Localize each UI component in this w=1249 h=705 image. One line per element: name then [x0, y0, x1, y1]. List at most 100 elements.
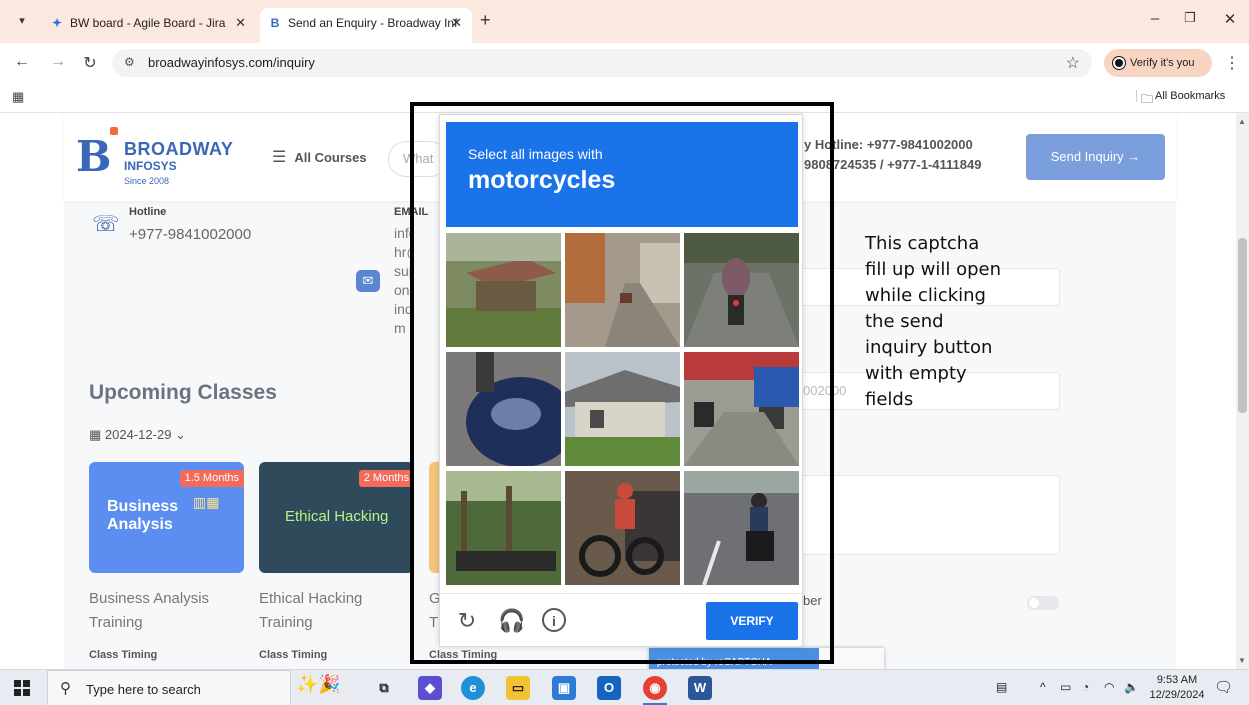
minimize-icon[interactable]: –	[1145, 10, 1165, 27]
course-name-line: Business Analysis	[89, 590, 210, 607]
hotline-number[interactable]: +977-9841002000	[129, 226, 251, 243]
hotline-label: Hotline	[129, 206, 167, 218]
tile-image-trees	[446, 471, 561, 585]
apps-grid-icon[interactable]: ▦	[12, 89, 24, 105]
omnibox[interactable]: ⚙ broadwayinfosys.com/inquiry ☆	[112, 49, 1092, 77]
mail-icon: ✉	[356, 270, 380, 292]
new-tab-icon[interactable]: +	[480, 10, 491, 31]
scroll-down-icon[interactable]: ▼	[1238, 656, 1246, 665]
word-icon[interactable]: W	[688, 676, 712, 700]
verify-chip[interactable]: Verify it's you	[1104, 49, 1212, 77]
reload-icon[interactable]: ↻	[80, 53, 100, 73]
course-card-ethical-hacking[interactable]: 2 Months Ethical Hacking	[259, 462, 414, 573]
tab-send-enquiry[interactable]: B Send an Enquiry - Broadway Inf ✕	[260, 8, 472, 43]
info-icon[interactable]: i	[542, 608, 566, 632]
profile-icon	[1113, 57, 1125, 69]
search-icon: ⚲	[60, 680, 71, 697]
outlook-icon[interactable]: O	[597, 676, 621, 700]
taskbar-search-input[interactable]: ⚲ Type here to search	[47, 670, 291, 705]
network-icon[interactable]: ◔	[1082, 680, 1089, 694]
date-value: 2024-12-29	[104, 427, 172, 442]
edge-icon[interactable]: e	[461, 676, 485, 700]
tile-image-hut	[446, 233, 561, 347]
site-info-icon[interactable]: ⚙	[124, 55, 135, 69]
annotation-note: This captcha fill up will open while cli…	[865, 233, 1001, 410]
close-icon[interactable]: ✕	[451, 8, 462, 38]
captcha-tile[interactable]	[565, 471, 680, 585]
captcha-grid	[446, 233, 799, 587]
tile-image-market	[684, 352, 799, 466]
system-clock[interactable]: 9:53 AM 12/29/2024	[1146, 673, 1208, 703]
captcha-tile[interactable]	[446, 233, 561, 347]
folder-icon: 🗀	[1141, 92, 1154, 106]
file-explorer-icon[interactable]: ▭	[506, 676, 530, 700]
more-menu-icon[interactable]: ⋮	[1224, 53, 1240, 73]
phone-icon: ☏	[92, 211, 120, 236]
chevron-down-icon: ⌄	[175, 427, 186, 442]
tile-image-street	[565, 233, 680, 347]
tab-jira[interactable]: ✦ BW board - Agile Board - Jira ✕	[42, 8, 256, 43]
toggle-switch[interactable]	[1027, 596, 1059, 610]
broadway-logo-icon[interactable]: B	[76, 135, 116, 179]
window-close-icon[interactable]: ✕	[1220, 10, 1240, 28]
tile-image-scooter-road	[684, 471, 799, 585]
tile-image-motorcycle-closeup	[446, 352, 561, 466]
captcha-tile[interactable]	[684, 471, 799, 585]
captcha-challenge: Select all images with motorcycles ↻ 🎧 i…	[439, 114, 804, 647]
notification-icon[interactable]: 🗨	[1214, 678, 1233, 696]
all-bookmarks-button[interactable]: 🗀 All Bookmarks	[1136, 90, 1225, 106]
broadway-favicon-icon: B	[270, 16, 280, 30]
duration-badge: 2 Months	[358, 470, 414, 487]
windows-start-icon[interactable]	[14, 680, 30, 696]
course-name[interactable]: Business Analysis Training	[89, 587, 209, 635]
battery-icon[interactable]: ▭	[1060, 680, 1071, 694]
forward-icon[interactable]: →	[48, 53, 68, 71]
date-filter[interactable]: ▦ 2024-12-29 ⌄	[89, 427, 186, 443]
card-title: Business Analysis	[107, 498, 179, 533]
verify-button[interactable]: VERIFY	[706, 602, 798, 640]
task-view-icon[interactable]: ⧉	[372, 676, 396, 700]
all-courses-menu[interactable]: ☰ All Courses	[272, 147, 367, 167]
news-widget-icon[interactable]: ✨🎉	[296, 674, 356, 702]
tile-image-rider-back	[684, 233, 799, 347]
captcha-tile[interactable]	[684, 352, 799, 466]
captcha-tile[interactable]	[446, 352, 561, 466]
reload-challenge-icon[interactable]: ↻	[454, 608, 480, 634]
keyboard-icon[interactable]: ▤	[996, 680, 1007, 694]
restore-icon[interactable]: ❐	[1180, 10, 1200, 26]
course-card-business-analysis[interactable]: 1.5 Months Business Analysis ▥▦	[89, 462, 244, 573]
course-name[interactable]: Ethical Hacking Training	[259, 587, 362, 635]
copilot-icon[interactable]: ◆	[418, 676, 442, 700]
volume-icon[interactable]: 🔈	[1124, 680, 1139, 694]
jira-icon: ✦	[51, 16, 63, 30]
address-bar-row: ← → ↻ ⚙ broadwayinfosys.com/inquiry ☆ Ve…	[0, 43, 1249, 83]
wifi-icon[interactable]: ◠	[1104, 680, 1114, 694]
scroll-thumb[interactable]	[1238, 238, 1247, 413]
scroll-up-icon[interactable]: ▲	[1238, 117, 1246, 126]
captcha-target: motorcycles	[468, 166, 616, 194]
message-textarea[interactable]	[800, 475, 1060, 555]
chrome-icon[interactable]: ◉	[643, 676, 667, 700]
send-inquiry-button[interactable]: Send Inquiry →	[1026, 134, 1165, 180]
back-icon[interactable]: ←	[12, 53, 32, 71]
close-icon[interactable]: ✕	[235, 8, 246, 38]
tray-overflow-icon[interactable]: ^	[1040, 680, 1046, 694]
url-text[interactable]: broadwayinfosys.com/inquiry	[148, 55, 315, 70]
captcha-tile[interactable]	[565, 352, 680, 466]
bookmark-star-icon[interactable]: ☆	[1066, 53, 1080, 73]
captcha-tile[interactable]	[684, 233, 799, 347]
verify-chip-label: Verify it's you	[1130, 57, 1195, 69]
captcha-header: Select all images with motorcycles	[446, 122, 798, 227]
hamburger-icon: ☰	[272, 149, 287, 166]
taskbar: ⚲ Type here to search ✨🎉 ⧉ ◆ e ▭ ▣ O ◉ W…	[0, 669, 1249, 705]
logo-title[interactable]: BROADWAY	[124, 139, 233, 160]
captcha-tile[interactable]	[446, 471, 561, 585]
tab-search-chevron-icon[interactable]: ▾	[12, 11, 32, 31]
captcha-tile[interactable]	[565, 233, 680, 347]
store-icon[interactable]: ▣	[552, 676, 576, 700]
page-scrollbar[interactable]: ▲ ▼	[1236, 113, 1249, 669]
course-name-line: Training	[89, 614, 143, 631]
upcoming-classes-heading: Upcoming Classes	[89, 381, 277, 404]
audio-challenge-icon[interactable]: 🎧	[498, 608, 525, 634]
card-title: Ethical Hacking	[285, 508, 389, 525]
